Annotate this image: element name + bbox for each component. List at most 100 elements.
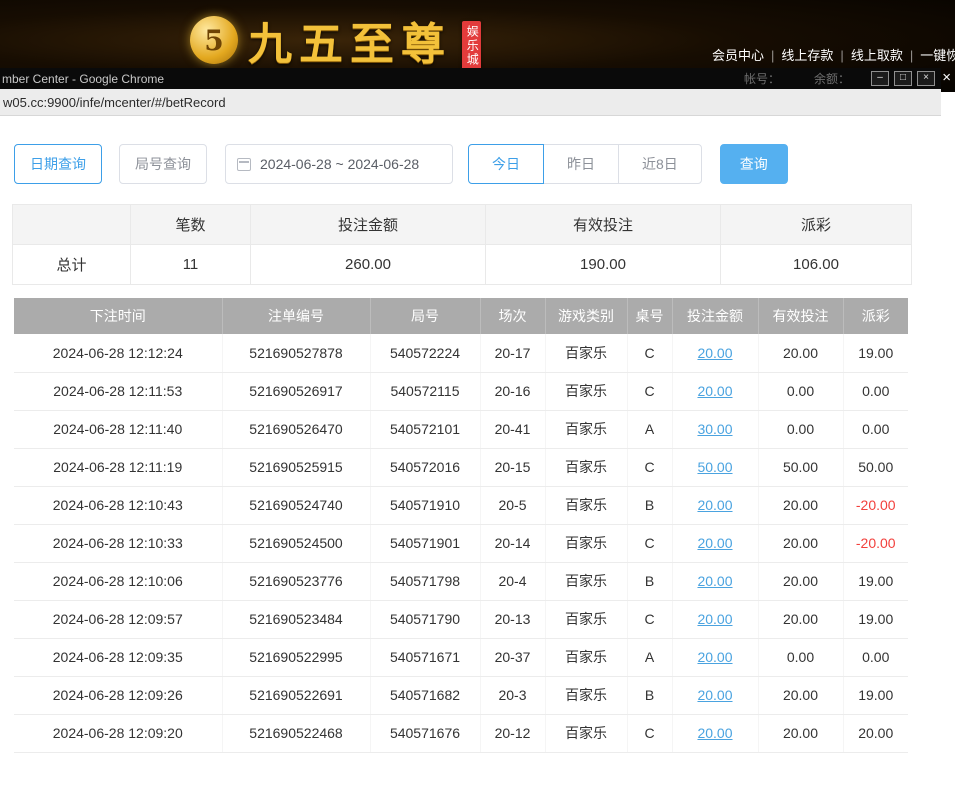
summary-header-row: 笔数投注金额有效投注派彩 — [13, 205, 912, 245]
records-cell: 50.00 — [758, 448, 843, 486]
records-cell: A — [627, 638, 672, 676]
search-button[interactable]: 查询 — [720, 144, 788, 184]
records-cell: 20.00 — [672, 334, 758, 372]
records-cell: 百家乐 — [545, 448, 627, 486]
records-cell: B — [627, 562, 672, 600]
bet-amount-link[interactable]: 20.00 — [697, 345, 732, 361]
records-cell: 百家乐 — [545, 562, 627, 600]
records-cell: 20-12 — [480, 714, 545, 752]
minimize-icon[interactable]: – — [871, 71, 889, 86]
summary-total-cell: 260.00 — [251, 245, 486, 285]
records-cell: 0.00 — [843, 638, 908, 676]
records-table-body: 2024-06-28 12:12:24521690527878540572224… — [14, 334, 908, 752]
records-cell: 540571682 — [370, 676, 480, 714]
records-cell: 540571910 — [370, 486, 480, 524]
records-cell: 0.00 — [758, 410, 843, 448]
records-cell: 20.00 — [758, 334, 843, 372]
records-cell: 2024-06-28 12:09:26 — [14, 676, 222, 714]
balance-label: 余额： — [814, 70, 850, 87]
records-cell: 521690522995 — [222, 638, 370, 676]
bet-amount-link[interactable]: 20.00 — [697, 687, 732, 703]
header-nav-link[interactable]: 线上存款 — [781, 48, 833, 63]
records-cell: 521690523484 — [222, 600, 370, 638]
bet-record-page: 日期查询 局号查询 2024-06-28 ~ 2024-06-28 今日昨日近8… — [0, 144, 941, 797]
quick-range-button[interactable]: 今日 — [468, 144, 544, 184]
records-cell: 20-3 — [480, 676, 545, 714]
browser-titlebar[interactable]: mber Center - Google Chrome 帐号： 余额： – □ … — [0, 68, 941, 89]
records-cell: 百家乐 — [545, 600, 627, 638]
records-cell: 20.00 — [758, 524, 843, 562]
nav-separator: | — [910, 48, 913, 63]
summary-total-cell: 106.00 — [721, 245, 912, 285]
records-cell: 20-15 — [480, 448, 545, 486]
summary-total-cell: 190.00 — [486, 245, 721, 285]
records-cell: 540572115 — [370, 372, 480, 410]
table-row: 2024-06-28 12:12:24521690527878540572224… — [14, 334, 908, 372]
logo-badge: 娱乐城 — [462, 21, 481, 71]
records-cell: B — [627, 486, 672, 524]
summary-header-cell: 派彩 — [721, 205, 912, 245]
records-cell: 19.00 — [843, 334, 908, 372]
bet-amount-link[interactable]: 20.00 — [697, 535, 732, 551]
records-cell: 521690522691 — [222, 676, 370, 714]
records-cell: 2024-06-28 12:11:40 — [14, 410, 222, 448]
records-cell: 2024-06-28 12:09:20 — [14, 714, 222, 752]
nav-separator: | — [840, 48, 843, 63]
bet-amount-link[interactable]: 30.00 — [697, 421, 732, 437]
date-range-picker[interactable]: 2024-06-28 ~ 2024-06-28 — [225, 144, 453, 184]
records-cell: 20.00 — [672, 714, 758, 752]
bet-amount-link[interactable]: 20.00 — [697, 725, 732, 741]
records-cell: 50.00 — [843, 448, 908, 486]
table-row: 2024-06-28 12:11:19521690525915540572016… — [14, 448, 908, 486]
bet-amount-link[interactable]: 20.00 — [697, 649, 732, 665]
records-cell: 521690526470 — [222, 410, 370, 448]
quick-range-button[interactable]: 昨日 — [543, 144, 619, 184]
close-icon[interactable]: × — [942, 70, 951, 85]
records-cell: 521690522468 — [222, 714, 370, 752]
calendar-icon — [237, 158, 251, 171]
records-cell: 0.00 — [758, 638, 843, 676]
records-cell: 20-37 — [480, 638, 545, 676]
records-cell: 20.00 — [758, 562, 843, 600]
records-cell: 2024-06-28 12:10:43 — [14, 486, 222, 524]
date-range-value: 2024-06-28 ~ 2024-06-28 — [260, 156, 419, 172]
header-nav: 会员中心|线上存款|线上取款|一键恢复 — [712, 45, 955, 64]
records-cell: 20.00 — [672, 486, 758, 524]
summary-total-row: 总计11260.00190.00106.00 — [13, 245, 912, 285]
date-query-tab[interactable]: 日期查询 — [14, 144, 102, 184]
browser-urlbar[interactable]: w05.cc:9900/infe/mcenter/#/betRecord — [0, 89, 941, 116]
records-cell: 百家乐 — [545, 676, 627, 714]
records-cell: 19.00 — [843, 676, 908, 714]
quick-range-button[interactable]: 近8日 — [618, 144, 702, 184]
records-cell: 0.00 — [843, 372, 908, 410]
records-cell: 20.00 — [672, 372, 758, 410]
bet-amount-link[interactable]: 20.00 — [697, 573, 732, 589]
table-row: 2024-06-28 12:09:35521690522995540571671… — [14, 638, 908, 676]
bet-amount-link[interactable]: 20.00 — [697, 611, 732, 627]
records-cell: 20-13 — [480, 600, 545, 638]
header-nav-link[interactable]: 会员中心 — [712, 48, 764, 63]
bet-amount-link[interactable]: 20.00 — [697, 383, 732, 399]
maximize-icon[interactable]: □ — [894, 71, 912, 86]
records-cell: C — [627, 334, 672, 372]
table-row: 2024-06-28 12:10:43521690524740540571910… — [14, 486, 908, 524]
bet-amount-link[interactable]: 50.00 — [697, 459, 732, 475]
bet-amount-link[interactable]: 20.00 — [697, 497, 732, 513]
records-cell: 30.00 — [672, 410, 758, 448]
records-cell: 0.00 — [843, 410, 908, 448]
table-row: 2024-06-28 12:09:26521690522691540571682… — [14, 676, 908, 714]
window-close-icon[interactable]: × — [917, 71, 935, 86]
url-text: w05.cc:9900/infe/mcenter/#/betRecord — [3, 95, 226, 110]
records-cell: -20.00 — [843, 524, 908, 562]
records-cell: 百家乐 — [545, 524, 627, 562]
round-query-tab[interactable]: 局号查询 — [119, 144, 207, 184]
records-cell: 20.00 — [672, 600, 758, 638]
header-nav-link[interactable]: 线上取款 — [851, 48, 903, 63]
records-cell: 20.00 — [672, 524, 758, 562]
records-cell: C — [627, 600, 672, 638]
header-nav-link[interactable]: 一键恢复 — [920, 48, 955, 63]
table-row: 2024-06-28 12:09:57521690523484540571790… — [14, 600, 908, 638]
records-cell: 0.00 — [758, 372, 843, 410]
records-cell: 540572224 — [370, 334, 480, 372]
records-cell: 20-4 — [480, 562, 545, 600]
